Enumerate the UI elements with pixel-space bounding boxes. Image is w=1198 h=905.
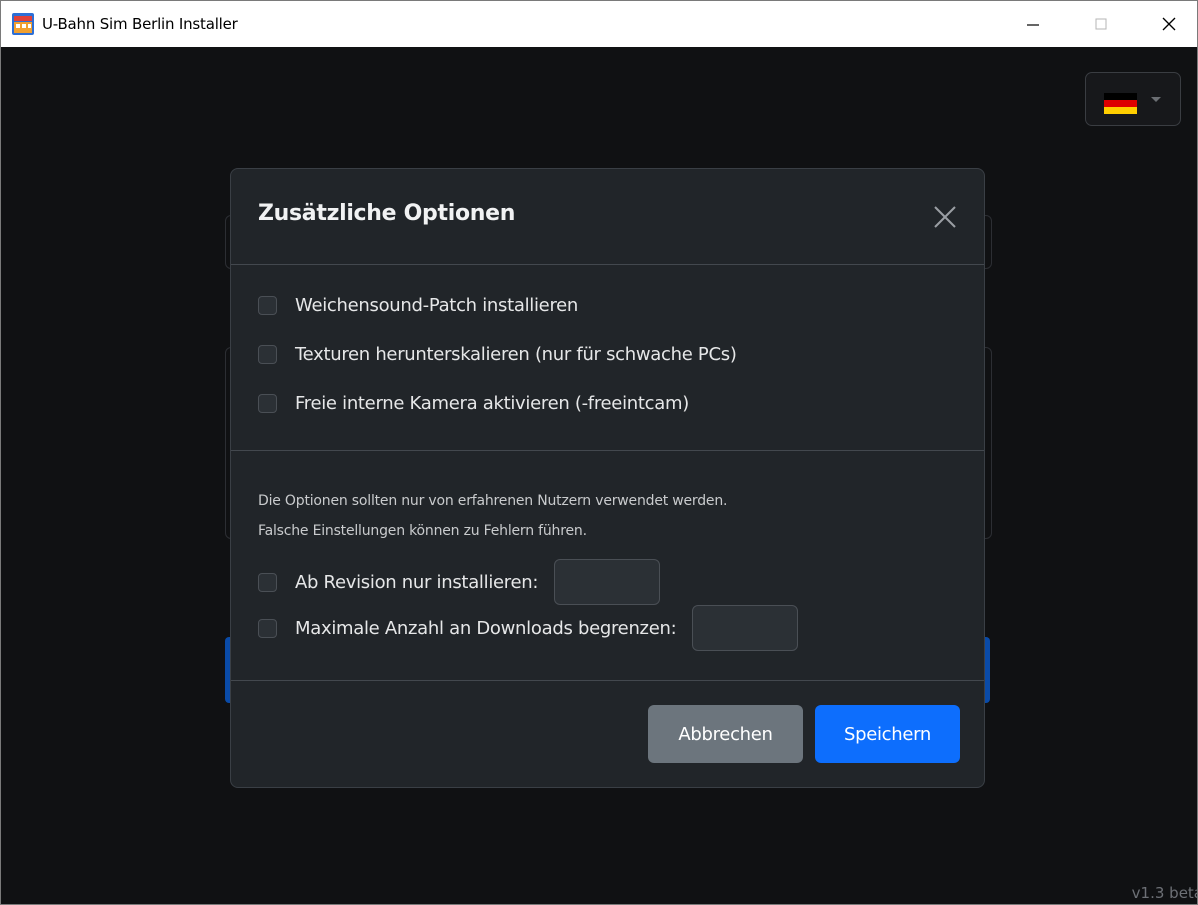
version-label: v1.3 beta	[1131, 884, 1197, 902]
option-label: Freie interne Kamera aktivieren (-freein…	[295, 392, 689, 414]
language-select[interactable]	[1085, 72, 1181, 126]
options-section: Weichensound-Patch installieren Texturen…	[231, 265, 984, 451]
min-revision-checkbox[interactable]	[258, 572, 277, 592]
minimize-icon	[1027, 24, 1039, 26]
maximize-icon	[1095, 18, 1107, 30]
max-downloads-input[interactable]	[692, 605, 799, 651]
option-label: Texturen herunterskalieren (nur für schw…	[295, 343, 737, 365]
option-row-switch-sound[interactable]: Weichensound-Patch installieren	[258, 290, 578, 320]
caret-down-icon	[1151, 97, 1161, 102]
max-downloads-checkbox[interactable]	[258, 618, 277, 638]
window-title: U-Bahn Sim Berlin Installer	[42, 15, 238, 33]
switch-sound-checkbox[interactable]	[258, 295, 277, 315]
warning-line: Die Optionen sollten nur von erfahrenen …	[258, 493, 728, 509]
downscale-textures-checkbox[interactable]	[258, 344, 277, 364]
close-icon	[1162, 17, 1176, 31]
flag-stripe-gold	[1104, 107, 1137, 114]
maximize-button[interactable]	[1069, 1, 1133, 47]
warning-text: Die Optionen sollten nur von erfahrenen …	[258, 486, 958, 546]
advanced-options-section: Die Optionen sollten nur von erfahrenen …	[231, 451, 984, 681]
flag-stripe-red	[1104, 100, 1137, 107]
minimize-button[interactable]	[1001, 1, 1065, 47]
app-content: v1.3 beta Zusätzliche Optionen Weichenso…	[1, 47, 1197, 904]
modal-footer: Abbrechen Speichern	[231, 681, 984, 787]
free-camera-checkbox[interactable]	[258, 393, 277, 413]
option-row-min-revision[interactable]: Ab Revision nur installieren:	[258, 558, 661, 606]
title-bar[interactable]: U-Bahn Sim Berlin Installer	[1, 1, 1197, 47]
revision-input[interactable]	[554, 559, 661, 605]
option-label: Ab Revision nur installieren:	[295, 571, 539, 593]
additional-options-modal: Zusätzliche Optionen Weichensound-Patch …	[230, 168, 985, 788]
modal-header: Zusätzliche Optionen	[231, 169, 984, 265]
app-icon	[12, 13, 34, 35]
option-row-downscale-textures[interactable]: Texturen herunterskalieren (nur für schw…	[258, 339, 737, 369]
germany-flag-icon	[1104, 93, 1137, 114]
flag-stripe-black	[1104, 93, 1137, 100]
option-label: Maximale Anzahl an Downloads begrenzen:	[295, 617, 677, 639]
warning-line: Falsche Einstellungen können zu Fehlern …	[258, 523, 587, 539]
save-button[interactable]: Speichern	[815, 705, 960, 763]
modal-title: Zusätzliche Optionen	[258, 201, 516, 226]
option-label: Weichensound-Patch installieren	[295, 294, 579, 316]
close-modal-icon[interactable]	[931, 203, 959, 231]
installer-window: U-Bahn Sim Berlin Installer v1.3 beta Zu…	[0, 0, 1198, 905]
close-window-button[interactable]	[1137, 1, 1198, 47]
option-row-free-camera[interactable]: Freie interne Kamera aktivieren (-freein…	[258, 388, 689, 418]
option-row-max-downloads[interactable]: Maximale Anzahl an Downloads begrenzen:	[258, 604, 799, 652]
cancel-button[interactable]: Abbrechen	[648, 705, 803, 763]
